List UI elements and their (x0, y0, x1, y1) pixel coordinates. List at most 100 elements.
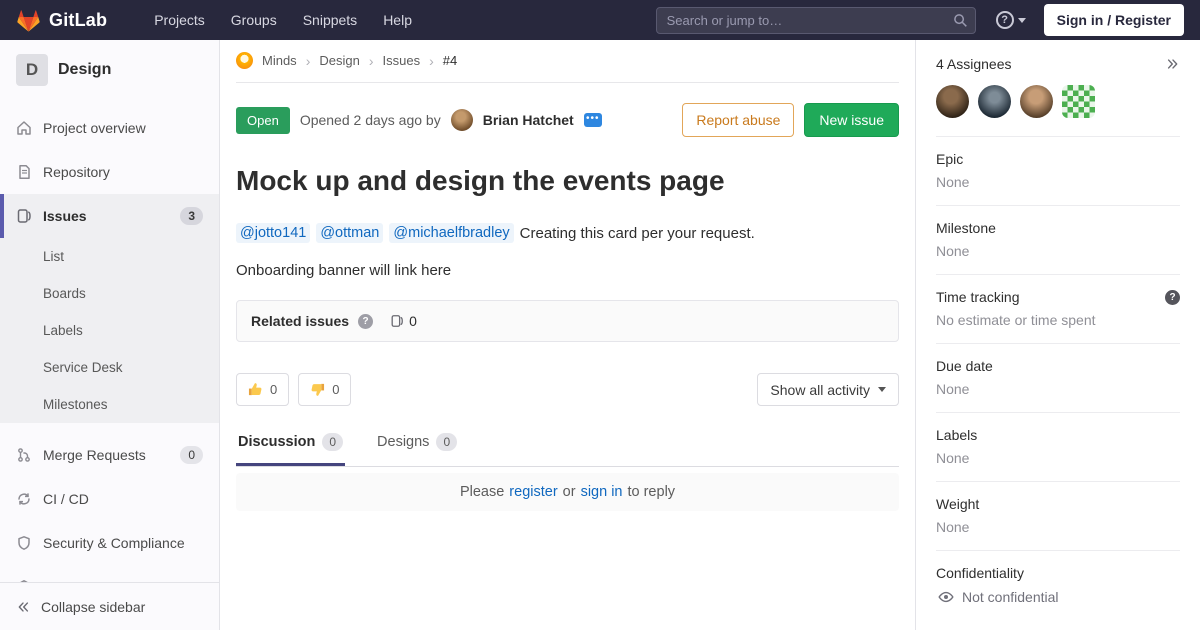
search-input[interactable] (656, 7, 976, 34)
issue-title: Mock up and design the events page (236, 165, 899, 197)
breadcrumb-project[interactable]: Design (319, 53, 359, 68)
double-chevron-right-icon[interactable] (1166, 57, 1180, 71)
tab-count-badge: 0 (322, 433, 343, 451)
tab-discussion[interactable]: Discussion 0 (236, 422, 345, 466)
sidebar-item-issues[interactable]: Issues 3 (0, 194, 219, 238)
section-label: Epic (936, 151, 963, 167)
chevron-right-icon: › (369, 53, 374, 69)
top-navbar: GitLab Projects Groups Snippets Help ? S… (0, 0, 1200, 40)
issue-actions: Report abuse New issue (682, 103, 899, 137)
reply-pre-text: Please (460, 484, 504, 500)
sidebar-subitem-milestones[interactable]: Milestones (0, 386, 219, 423)
report-abuse-button[interactable]: Report abuse (682, 103, 794, 137)
sidebar-item-label: Project overview (43, 120, 203, 136)
project-avatar: D (16, 54, 48, 86)
help-icon[interactable]: ? (1165, 290, 1180, 305)
sidebar-subitem-boards[interactable]: Boards (0, 275, 219, 312)
sidebar-item-security-compliance[interactable]: Security & Compliance (0, 521, 219, 565)
collapse-sidebar-label: Collapse sidebar (41, 599, 145, 615)
nav-link-groups[interactable]: Groups (220, 6, 288, 34)
issue-description: @jotto141 @ottman @michaelfbradley Creat… (236, 223, 899, 243)
chevron-down-icon (1018, 18, 1026, 23)
eye-icon (938, 589, 954, 605)
assignee-avatar[interactable] (936, 85, 969, 118)
author-name[interactable]: Brian Hatchet (483, 112, 574, 128)
chevron-right-icon: › (306, 53, 311, 69)
sidebar-item-label: Merge Requests (43, 447, 169, 463)
sidebar-item-project-overview[interactable]: Project overview (0, 106, 219, 150)
sidebar-item-repository[interactable]: Repository (0, 150, 219, 194)
sidebar-item-ci-cd[interactable]: CI / CD (0, 477, 219, 521)
sidebar-item-merge-requests[interactable]: Merge Requests 0 (0, 433, 219, 477)
section-label: Confidentiality (936, 565, 1024, 581)
help-icon[interactable]: ? (358, 314, 373, 329)
ci-cd-icon (16, 491, 32, 507)
thumbs-down-icon (310, 382, 325, 397)
thumbs-down-count: 0 (332, 382, 339, 397)
sidebar-item-label: Security & Compliance (43, 535, 203, 551)
assignees-header: 4 Assignees (936, 56, 1180, 72)
related-issues-card: Related issues ? 0 (236, 300, 899, 342)
sidebar-section-milestone: Milestone None (936, 205, 1180, 274)
assignee-avatar[interactable] (978, 85, 1011, 118)
group-avatar (236, 52, 253, 69)
breadcrumb-issues[interactable]: Issues (383, 53, 421, 68)
reply-or-text: or (563, 484, 576, 500)
nav-link-projects[interactable]: Projects (143, 6, 216, 34)
thumbs-up-icon (248, 382, 263, 397)
section-value: None (936, 174, 1180, 190)
project-header[interactable]: D Design (0, 40, 219, 98)
help-menu[interactable]: ? (996, 11, 1026, 29)
sign-in-link[interactable]: sign in (581, 484, 623, 500)
chevron-right-icon: › (429, 53, 434, 69)
section-label: Due date (936, 358, 993, 374)
nav-link-snippets[interactable]: Snippets (292, 6, 368, 34)
description-line-2: Onboarding banner will link here (236, 262, 899, 279)
mention-link[interactable]: @michaelfbradley (389, 223, 513, 243)
mention-link[interactable]: @ottman (316, 223, 383, 243)
sidebar-subitem-labels[interactable]: Labels (0, 312, 219, 349)
chat-bubble-icon[interactable]: ••• (584, 113, 602, 127)
nav-link-help[interactable]: Help (372, 6, 423, 34)
thumbs-up-count: 0 (270, 382, 277, 397)
shield-icon (16, 535, 32, 551)
status-badge: Open (236, 107, 290, 134)
sidebar-menu: Project overview Repository Issues (0, 106, 219, 609)
thumbs-up-button[interactable]: 0 (236, 373, 289, 406)
related-issues-title: Related issues (251, 313, 349, 329)
assignee-avatar[interactable] (1020, 85, 1053, 118)
home-icon (16, 120, 32, 136)
collapse-sidebar-button[interactable]: Collapse sidebar (0, 582, 219, 630)
thumbs-down-button[interactable]: 0 (298, 373, 351, 406)
help-icon: ? (996, 11, 1014, 29)
gitlab-logo[interactable]: GitLab (16, 8, 107, 33)
section-value: None (936, 381, 1180, 397)
breadcrumb-issue-ref: #4 (443, 53, 457, 68)
sidebar-section-confidentiality: Confidentiality Not confidential (936, 550, 1180, 620)
gitlab-tanuki-icon (16, 8, 41, 33)
repository-icon (16, 164, 32, 180)
awards-row: 0 0 Show all activity (236, 373, 899, 406)
activity-filter-dropdown[interactable]: Show all activity (757, 373, 899, 406)
related-issues-count: 0 (390, 313, 417, 329)
double-chevron-left-icon (16, 600, 30, 614)
new-issue-button[interactable]: New issue (804, 103, 899, 137)
mention-link[interactable]: @jotto141 (236, 223, 310, 243)
tab-designs[interactable]: Designs 0 (375, 422, 459, 466)
section-label: Labels (936, 427, 977, 443)
register-link[interactable]: register (509, 484, 557, 500)
sidebar-subitem-service-desk[interactable]: Service Desk (0, 349, 219, 386)
section-value: None (936, 519, 1180, 535)
author-avatar[interactable] (451, 109, 473, 131)
tab-label: Discussion (238, 434, 315, 450)
assignee-avatar[interactable] (1062, 85, 1095, 118)
breadcrumb-group[interactable]: Minds (262, 53, 297, 68)
sidebar-subitem-list[interactable]: List (0, 238, 219, 275)
opened-text: Opened 2 days ago by (300, 112, 441, 128)
sign-in-register-button[interactable]: Sign in / Register (1044, 4, 1184, 36)
issue-status-row: Open Opened 2 days ago by Brian Hatchet … (236, 103, 899, 137)
section-value: None (936, 243, 1180, 259)
tab-label: Designs (377, 434, 429, 450)
sidebar-item-label: Issues (43, 208, 169, 224)
description-text: Creating this card per your request. (520, 225, 755, 242)
